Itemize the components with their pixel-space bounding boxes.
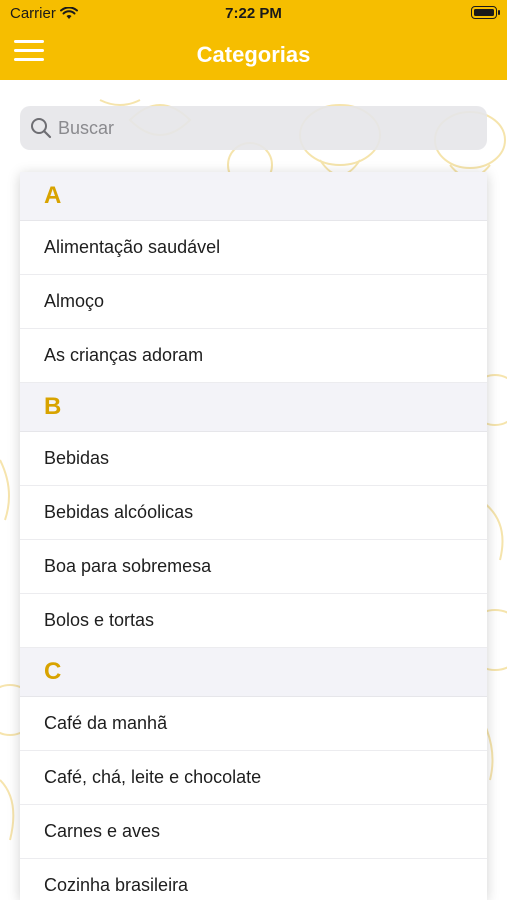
list-item[interactable]: Bebidas xyxy=(20,432,487,486)
list-item[interactable]: Cozinha brasileira xyxy=(20,859,487,900)
search-icon xyxy=(31,118,52,139)
section-header-c: C xyxy=(20,648,487,697)
list-item[interactable]: Almoço xyxy=(20,275,487,329)
list-item[interactable]: Bolos e tortas xyxy=(20,594,487,648)
category-list[interactable]: A Alimentação saudável Almoço As criança… xyxy=(20,172,487,900)
list-item[interactable]: Boa para sobremesa xyxy=(20,540,487,594)
search-bar[interactable] xyxy=(20,106,487,150)
list-item[interactable]: Alimentação saudável xyxy=(20,221,487,275)
list-item[interactable]: Bebidas alcóolicas xyxy=(20,486,487,540)
list-item[interactable]: Café da manhã xyxy=(20,697,487,751)
battery-icon xyxy=(471,6,500,19)
section-header-b: B xyxy=(20,383,487,432)
status-time: 7:22 PM xyxy=(225,5,282,22)
page-title: Categorias xyxy=(196,42,311,67)
list-item[interactable]: As crianças adoram xyxy=(20,329,487,383)
list-item[interactable]: Carnes e aves xyxy=(20,805,487,859)
status-bar: Carrier 7:22 PM xyxy=(0,0,507,28)
app-header: Carrier 7:22 PM Categorias xyxy=(0,0,507,80)
list-item[interactable]: Café, chá, leite e chocolate xyxy=(20,751,487,805)
section-header-a: A xyxy=(20,172,487,221)
search-input[interactable] xyxy=(58,117,438,139)
